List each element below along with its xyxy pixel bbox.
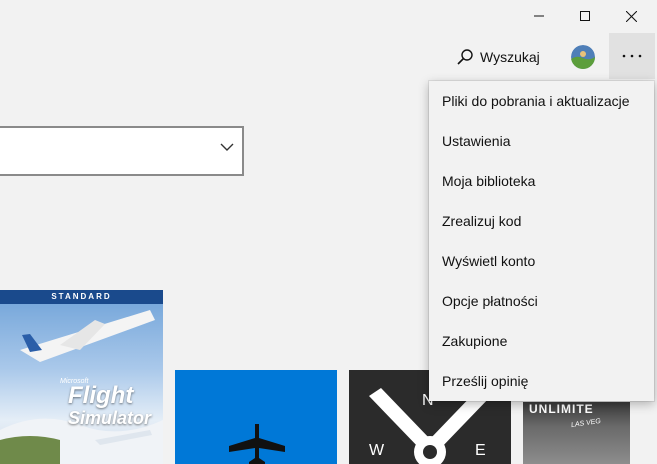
menu-item-send-feedback[interactable]: Prześlij opinię <box>429 361 654 401</box>
game-title-line-2: Simulator <box>68 408 152 428</box>
minimize-icon <box>534 15 544 17</box>
menu-item-settings[interactable]: Ustawienia <box>429 121 654 161</box>
avatar[interactable] <box>571 45 595 69</box>
maximize-icon <box>580 11 590 21</box>
chevron-down-icon <box>220 143 234 151</box>
more-horizontal-icon <box>622 54 642 58</box>
tile-subtitle: LAS VEG <box>570 417 602 430</box>
minimize-button[interactable] <box>516 0 562 32</box>
search-icon <box>457 49 473 65</box>
more-options-button[interactable] <box>609 33 655 79</box>
menu-item-downloads-updates[interactable]: Pliki do pobrania i aktualizacje <box>429 81 654 121</box>
close-icon <box>625 10 637 22</box>
menu-item-my-library[interactable]: Moja biblioteka <box>429 161 654 201</box>
flight-simulator-tile[interactable]: STANDARD Microsoft Flight Simulator <box>0 290 163 464</box>
airplane-app-tile[interactable] <box>175 370 337 464</box>
las-vegas-tile[interactable]: UNLIMITE LAS VEG <box>523 402 630 464</box>
more-options-menu: Pliki do pobrania i aktualizacje Ustawie… <box>429 81 654 401</box>
avatar-image <box>571 45 595 69</box>
search-button[interactable]: Wyszukaj <box>456 42 540 72</box>
compass-west-label: W <box>369 442 385 459</box>
menu-item-payment-options[interactable]: Opcje płatności <box>429 281 654 321</box>
close-button[interactable] <box>608 0 654 32</box>
game-title-line-1: Flight <box>68 382 134 409</box>
maximize-button[interactable] <box>562 0 608 32</box>
search-label: Wyszukaj <box>480 49 540 65</box>
menu-item-view-account[interactable]: Wyświetl konto <box>429 241 654 281</box>
airplane-illustration <box>0 310 163 464</box>
game-title: Flight Simulator <box>68 382 152 429</box>
menu-item-purchased[interactable]: Zakupione <box>429 321 654 361</box>
tile-title: UNLIMITE <box>529 402 594 416</box>
menu-item-redeem-code[interactable]: Zrealizuj kod <box>429 201 654 241</box>
compass-east-label: E <box>475 442 486 459</box>
category-dropdown[interactable] <box>0 126 244 176</box>
airplane-icon <box>229 424 285 464</box>
